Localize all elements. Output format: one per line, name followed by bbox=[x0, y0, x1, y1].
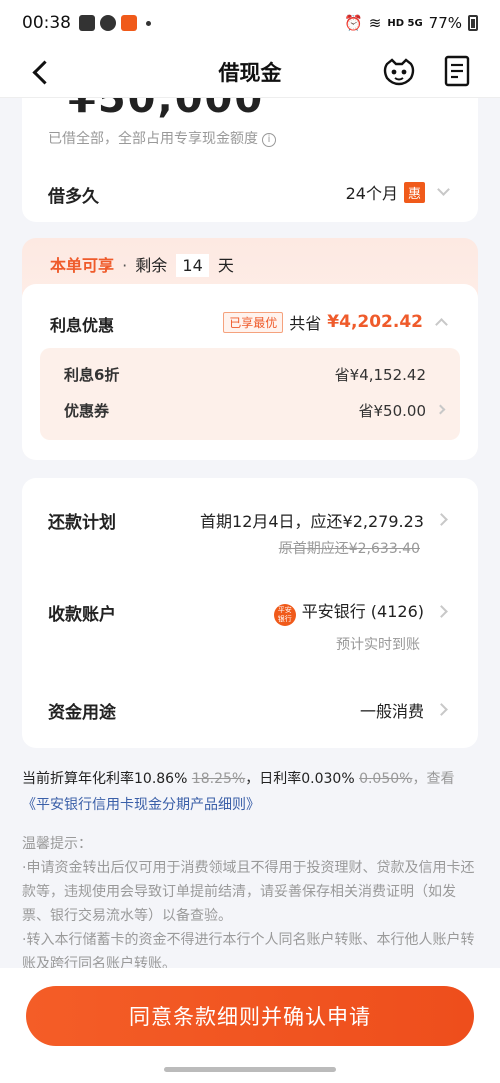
coupon-value[interactable]: 省¥50.00 bbox=[359, 400, 427, 421]
daily-rate-value: 0.030% bbox=[301, 771, 355, 787]
interest-label: 利息优惠 bbox=[50, 316, 115, 335]
chevron-right-icon bbox=[435, 513, 448, 526]
usage-value[interactable]: 一般消费 bbox=[360, 698, 424, 722]
daily-rate-prefix: ，日利率 bbox=[245, 771, 302, 787]
best-badge: 已享最优 bbox=[223, 311, 284, 333]
promo-title: 本单可享 bbox=[50, 256, 115, 275]
promo-separator: · bbox=[122, 256, 128, 275]
repay-plan-label: 还款计划 bbox=[48, 513, 116, 533]
discount-details: 利息6折 省¥4,152.42 优惠券 省¥50.00 bbox=[40, 348, 460, 440]
chevron-down-icon bbox=[437, 183, 450, 196]
account-label: 收款账户 bbox=[48, 605, 116, 625]
coupon-label: 优惠券 bbox=[64, 402, 110, 420]
term-value: 24个月 bbox=[345, 184, 398, 203]
notification-dot-icon bbox=[146, 20, 151, 26]
network-label: HD 5G bbox=[387, 17, 423, 29]
bank-app-icon bbox=[121, 15, 137, 31]
info-icon[interactable]: i bbox=[262, 133, 276, 147]
repay-original: 原首期应还¥2,633.40 bbox=[278, 541, 420, 557]
save-prefix: 共省 bbox=[289, 314, 322, 333]
status-bar: 00:38 ⏰ ≋ HD 5G 77% bbox=[0, 0, 500, 46]
bill-icon[interactable] bbox=[444, 55, 470, 87]
annual-rate-value: 10.86% bbox=[134, 771, 188, 787]
daily-rate-original: 0.050% bbox=[359, 771, 413, 787]
discount-badge: 惠 bbox=[403, 181, 425, 203]
tips-line-1: ·申请资金转出后仅可用于消费领域且不得用于投资理财、贷款及信用卡还款等，违规使用… bbox=[22, 860, 475, 924]
chevron-right-icon bbox=[435, 404, 446, 415]
wifi-icon: ≋ bbox=[368, 14, 382, 32]
page-title: 借现金 bbox=[218, 60, 282, 85]
account-value: 平安银行 (4126) bbox=[301, 602, 424, 621]
interest-summary[interactable]: 已享最优 共省 ¥4,202.42 bbox=[223, 310, 448, 334]
battery-percent: 77% bbox=[428, 14, 462, 32]
borrow-all-text: 已借全部，全部占用专享现金额度 bbox=[48, 131, 258, 147]
repay-plan-value[interactable]: 首期12月4日，应还¥2,279.23 bbox=[200, 508, 424, 532]
remaining-prefix: 剩余 bbox=[135, 256, 168, 275]
save-total: ¥4,202.42 bbox=[327, 312, 423, 332]
promo-section: 本单可享 · 剩余 14 天 利息优惠 已享最优 共省 ¥4,202.42 利息… bbox=[22, 238, 478, 460]
chevron-right-icon bbox=[435, 703, 448, 716]
gallery-icon bbox=[79, 15, 95, 31]
chevron-right-icon bbox=[435, 605, 448, 618]
bank-logo-icon: 平安 银行 bbox=[273, 604, 296, 626]
repayment-card: 还款计划 首期12月4日，应还¥2,279.23 原首期应还¥2,633.40 … bbox=[22, 478, 478, 748]
nav-bar: 借现金 bbox=[0, 46, 500, 98]
back-icon[interactable] bbox=[28, 56, 58, 86]
product-terms-link[interactable]: 《平安银行信用卡现金分期产品细则》 bbox=[22, 797, 260, 813]
tips-section: 温馨提示： ·申请资金转出后仅可用于消费领域且不得用于投资理财、贷款及信用卡还款… bbox=[22, 832, 482, 976]
chevron-up-icon bbox=[435, 318, 448, 331]
view-text: ，查看 bbox=[412, 771, 455, 787]
chat-icon bbox=[100, 15, 116, 31]
remaining-days: 14 bbox=[176, 254, 209, 277]
loan-amount-card: ¥50,000 已借全部，全部占用专享现金额度 i 借多久 24个月 惠 bbox=[22, 76, 478, 222]
customer-service-icon[interactable] bbox=[382, 56, 416, 86]
borrow-all-note: 已借全部，全部占用专享现金额度 i bbox=[48, 128, 276, 148]
status-time: 00:38 bbox=[22, 13, 71, 33]
term-selector[interactable]: 24个月 惠 bbox=[345, 180, 450, 204]
discount-item-value: 省¥4,152.42 bbox=[334, 366, 426, 384]
annual-rate-original: 18.25% bbox=[191, 771, 246, 787]
discount-item-label: 利息6折 bbox=[64, 366, 120, 384]
alarm-icon: ⏰ bbox=[344, 14, 363, 32]
status-right: ⏰ ≋ HD 5G 77% bbox=[344, 14, 478, 32]
confirm-apply-button[interactable]: 同意条款细则并确认申请 bbox=[26, 986, 474, 1046]
usage-label: 资金用途 bbox=[48, 703, 116, 723]
remaining-suffix: 天 bbox=[217, 256, 234, 275]
account-selector[interactable]: 平安 银行 平安银行 (4126) bbox=[273, 598, 424, 626]
battery-icon bbox=[468, 15, 478, 31]
bottom-bar: 同意条款细则并确认申请 bbox=[0, 968, 500, 1083]
home-indicator[interactable] bbox=[164, 1067, 336, 1072]
tips-title: 温馨提示： bbox=[22, 836, 92, 852]
rate-info: 当前折算年化利率10.86% 18.25%，日利率0.030% 0.050%，查… bbox=[22, 766, 478, 818]
interest-discount-card: 利息优惠 已享最优 共省 ¥4,202.42 利息6折 省¥4,152.42 优… bbox=[22, 284, 478, 460]
promo-header: 本单可享 · 剩余 14 天 bbox=[50, 252, 234, 277]
annual-rate-prefix: 当前折算年化利率 bbox=[22, 771, 134, 787]
term-label: 借多久 bbox=[48, 187, 99, 207]
account-note: 预计实时到账 bbox=[336, 637, 420, 653]
